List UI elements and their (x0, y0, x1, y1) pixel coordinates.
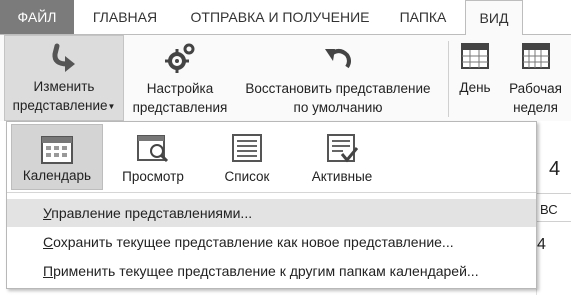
menu-label-manage: правление представлениями... (51, 205, 253, 221)
menu-accel-save: С (43, 234, 54, 250)
preview-view-icon (136, 132, 170, 167)
gallery-label-active: Активные (311, 169, 373, 184)
day-view-button[interactable]: День (452, 35, 498, 121)
reset-view-label-1: Восстановить представление (245, 81, 431, 96)
gallery-item-calendar[interactable]: Календарь (11, 124, 103, 190)
view-gallery: Календарь Просмотр Список Активные (7, 122, 536, 193)
menu-label-apply: рименить текущее представление к другим … (53, 263, 479, 279)
calendar-day-icon (460, 41, 490, 76)
tab-view[interactable]: ВИД (465, 0, 523, 36)
tab-send-receive[interactable]: ОТПРАВКА И ПОЛУЧЕНИЕ (180, 0, 380, 34)
list-view-icon (230, 132, 264, 167)
menu-accel-apply: П (43, 263, 54, 279)
gallery-item-active[interactable]: Активные (297, 124, 387, 190)
reset-view-label-2: по умолчанию (293, 100, 383, 115)
menu-item-save-view[interactable]: Сохранить текущее представление как ново… (7, 228, 536, 256)
calendar-gridline (536, 221, 571, 222)
gallery-label-list: Список (224, 169, 270, 184)
day-label: День (459, 80, 491, 95)
ribbon-divider (448, 41, 449, 117)
work-week-label-2: неделя (513, 100, 558, 115)
work-week-label-1: Рабочая (509, 81, 562, 96)
change-view-button[interactable]: Изменить представление▼ (4, 35, 124, 121)
view-settings-label-2: представления (132, 100, 228, 115)
calendar-view-icon (40, 133, 74, 168)
gallery-label-calendar: Календарь (22, 168, 92, 183)
change-view-icon (47, 42, 81, 81)
tab-folder[interactable]: ПАПКА (392, 0, 454, 34)
calendar-work-week-icon (521, 41, 551, 76)
gallery-label-preview: Просмотр (122, 169, 184, 184)
change-view-label-2: представление (12, 98, 108, 114)
menu-item-manage-views[interactable]: Управление представлениями... (7, 199, 536, 227)
view-settings-label-1: Настройка (146, 81, 214, 96)
reset-view-button[interactable]: Восстановить представление по умолчанию (234, 35, 442, 121)
calendar-day-header: ВС (540, 202, 558, 217)
calendar-date-number: 4 (549, 158, 561, 180)
change-view-label-1: Изменить (33, 79, 95, 95)
tab-home[interactable]: ГЛАВНАЯ (80, 0, 170, 34)
ribbon: Изменить представление▼ Настройка предст… (0, 35, 571, 122)
change-view-dropdown: Календарь Просмотр Список Активные Управ… (6, 121, 537, 289)
menu-label-save: охранить текущее представление как новое… (53, 234, 454, 250)
undo-arrow-icon (321, 41, 355, 80)
active-view-icon (325, 132, 359, 167)
tab-file[interactable]: ФАЙЛ (0, 0, 74, 34)
gallery-item-preview[interactable]: Просмотр (111, 124, 195, 190)
dropdown-arrow-icon: ▼ (107, 102, 116, 111)
menu-item-apply-view[interactable]: Применить текущее представление к другим… (7, 257, 536, 285)
ribbon-tab-bar: ФАЙЛ ГЛАВНАЯ ОТПРАВКА И ПОЛУЧЕНИЕ ПАПКА … (0, 0, 571, 36)
gears-icon (163, 41, 197, 80)
gallery-item-list[interactable]: Список (207, 124, 287, 190)
work-week-button[interactable]: Рабочая неделя (500, 35, 571, 121)
calendar-gridline (536, 193, 571, 194)
calendar-date-number: 4 (537, 236, 546, 253)
view-settings-button[interactable]: Настройка представления (128, 35, 232, 121)
